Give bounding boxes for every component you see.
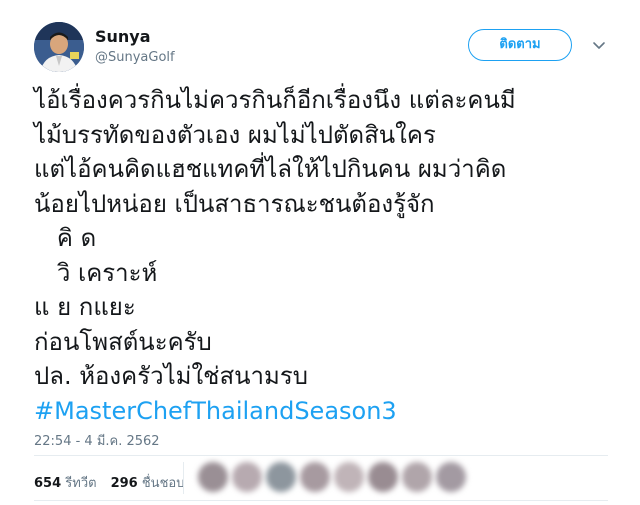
retweets-stat[interactable]: 654 รีทวีต: [34, 476, 97, 491]
divider: [34, 500, 608, 501]
display-name[interactable]: Sunya: [95, 27, 151, 46]
tweet-line: ก่อนโพสต์นะครับ: [34, 327, 212, 356]
liker-avatars: [190, 455, 475, 500]
liker-avatar[interactable]: [436, 462, 466, 492]
follow-button[interactable]: ติดตาม: [468, 29, 572, 61]
liker-avatar[interactable]: [368, 462, 398, 492]
retweets-label: รีทวีต: [65, 476, 97, 491]
liker-avatar[interactable]: [402, 462, 432, 492]
retweets-count: 654: [34, 476, 62, 491]
avatar-image: [34, 22, 84, 72]
tweet-line: ปล. ห้องครัวไม่ใช่สนามรบ: [34, 362, 308, 390]
tweet-line: แต่ไอ้คนคิดแฮชแทคที่ไล่ให้ไปกินคน ผมว่าค…: [34, 155, 507, 183]
tweet-line: แ ย กแยะ: [34, 293, 136, 321]
avatar[interactable]: [34, 22, 84, 72]
liker-avatar[interactable]: [266, 462, 296, 492]
tweet-stats: 654 รีทวีต 296 ชื่นชอบ: [34, 472, 184, 493]
likes-label: ชื่นชอบ: [141, 476, 185, 491]
liker-avatar[interactable]: [198, 462, 228, 492]
user-handle[interactable]: @SunyaGolf: [95, 50, 175, 65]
liker-avatar[interactable]: [300, 462, 330, 492]
stat-divider: [183, 462, 184, 494]
tweet-line: ไม้บรรทัดของตัวเอง ผมไม่ไปตัดสินใคร: [34, 120, 436, 149]
chevron-down-icon[interactable]: [591, 37, 607, 53]
tweet-timestamp[interactable]: 22:54 - 4 มี.ค. 2562: [34, 430, 160, 451]
tweet-line: น้อยไปหน่อย เป็นสาธารณะชนต้องรู้จัก: [34, 189, 435, 218]
tweet-line: ไอ้เรื่องควรกินไม่ควรกินก็อีกเรื่องนึง แ…: [34, 86, 516, 114]
tweet-line: วิ เคราะห์: [34, 258, 158, 287]
liker-avatar[interactable]: [232, 462, 262, 492]
likes-count: 296: [110, 476, 138, 491]
liker-avatar[interactable]: [334, 462, 364, 492]
tweet-text: ไอ้เรื่องควรกินไม่ควรกินก็อีกเรื่องนึง แ…: [34, 83, 614, 428]
hashtag-link[interactable]: #MasterChefThailandSeason3: [34, 394, 614, 429]
tweet-line: คิ ด: [34, 224, 97, 252]
likes-stat[interactable]: 296 ชื่นชอบ: [111, 476, 185, 491]
